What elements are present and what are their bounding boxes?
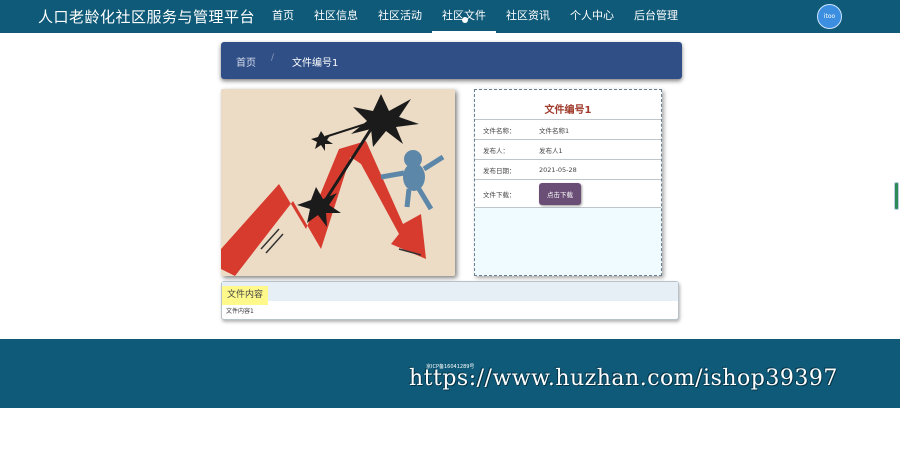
content-header: 文件内容 (222, 282, 678, 305)
site-title[interactable]: 人口老龄化社区服务与管理平台 (38, 6, 255, 27)
nav-personal-center[interactable]: 个人中心 (560, 0, 624, 33)
info-label: 发布人： (483, 146, 509, 155)
info-row-publish-date: 发布日期： 2021-05-28 (475, 159, 661, 179)
file-content-text: 文件内容1 (226, 308, 254, 315)
info-row-file-name: 文件名称： 文件名称1 (475, 119, 661, 139)
info-row-download: 文件下载： 点击下载 (475, 179, 661, 208)
download-cell: 点击下载 (539, 182, 661, 205)
info-label: 发布日期： (483, 166, 516, 175)
nav-admin[interactable]: 后台管理 (624, 0, 688, 33)
nav-home[interactable]: 首页 (262, 0, 304, 33)
nav-community-files[interactable]: 社区文件 (432, 0, 496, 33)
cursor-dot-icon (462, 17, 468, 23)
footer: 京ICP备16041289号 https://www.huzhan.com/is… (0, 339, 900, 408)
breadcrumb: 首页 / 文件编号1 (221, 42, 682, 79)
top-navigation-bar: 人口老龄化社区服务与管理平台 首页 社区信息 社区活动 社区文件 社区资讯 个人… (0, 0, 900, 33)
file-title: 文件编号1 (544, 105, 592, 116)
user-avatar[interactable]: itoo (817, 4, 842, 29)
main-nav: 首页 社区信息 社区活动 社区文件 社区资讯 个人中心 后台管理 (262, 0, 688, 33)
breadcrumb-separator: / (271, 53, 275, 63)
nav-community-news[interactable]: 社区资讯 (496, 0, 560, 33)
download-button[interactable]: 点击下载 (539, 182, 581, 205)
nav-community-activities[interactable]: 社区活动 (368, 0, 432, 33)
info-value: 2021-05-28 (539, 165, 577, 174)
file-info-table: 文件编号1 文件名称： 文件名称1 发布人： 发布人1 发布日期： 2021-0… (475, 90, 661, 208)
info-value: 文件名称1 (539, 126, 570, 135)
watermark-url: https://www.huzhan.com/ishop39397 (409, 366, 838, 391)
info-label: 文件下载： (483, 190, 516, 199)
breadcrumb-home-link[interactable]: 首页 (236, 54, 256, 69)
info-label: 文件名称： (483, 126, 516, 135)
file-content-section: 文件内容 文件内容1 (221, 281, 679, 320)
nav-community-info[interactable]: 社区信息 (304, 0, 368, 33)
info-row-publisher: 发布人： 发布人1 (475, 139, 661, 159)
tab-file-content[interactable]: 文件内容 (222, 286, 269, 305)
file-cover-image (221, 89, 455, 276)
info-value: 发布人1 (539, 146, 563, 155)
side-scroll-handle[interactable] (894, 182, 899, 210)
file-info-panel: 文件编号1 文件名称： 文件名称1 发布人： 发布人1 发布日期： 2021-0… (474, 89, 662, 276)
breadcrumb-current: 文件编号1 (292, 58, 339, 69)
falling-chart-illustration (221, 89, 455, 276)
